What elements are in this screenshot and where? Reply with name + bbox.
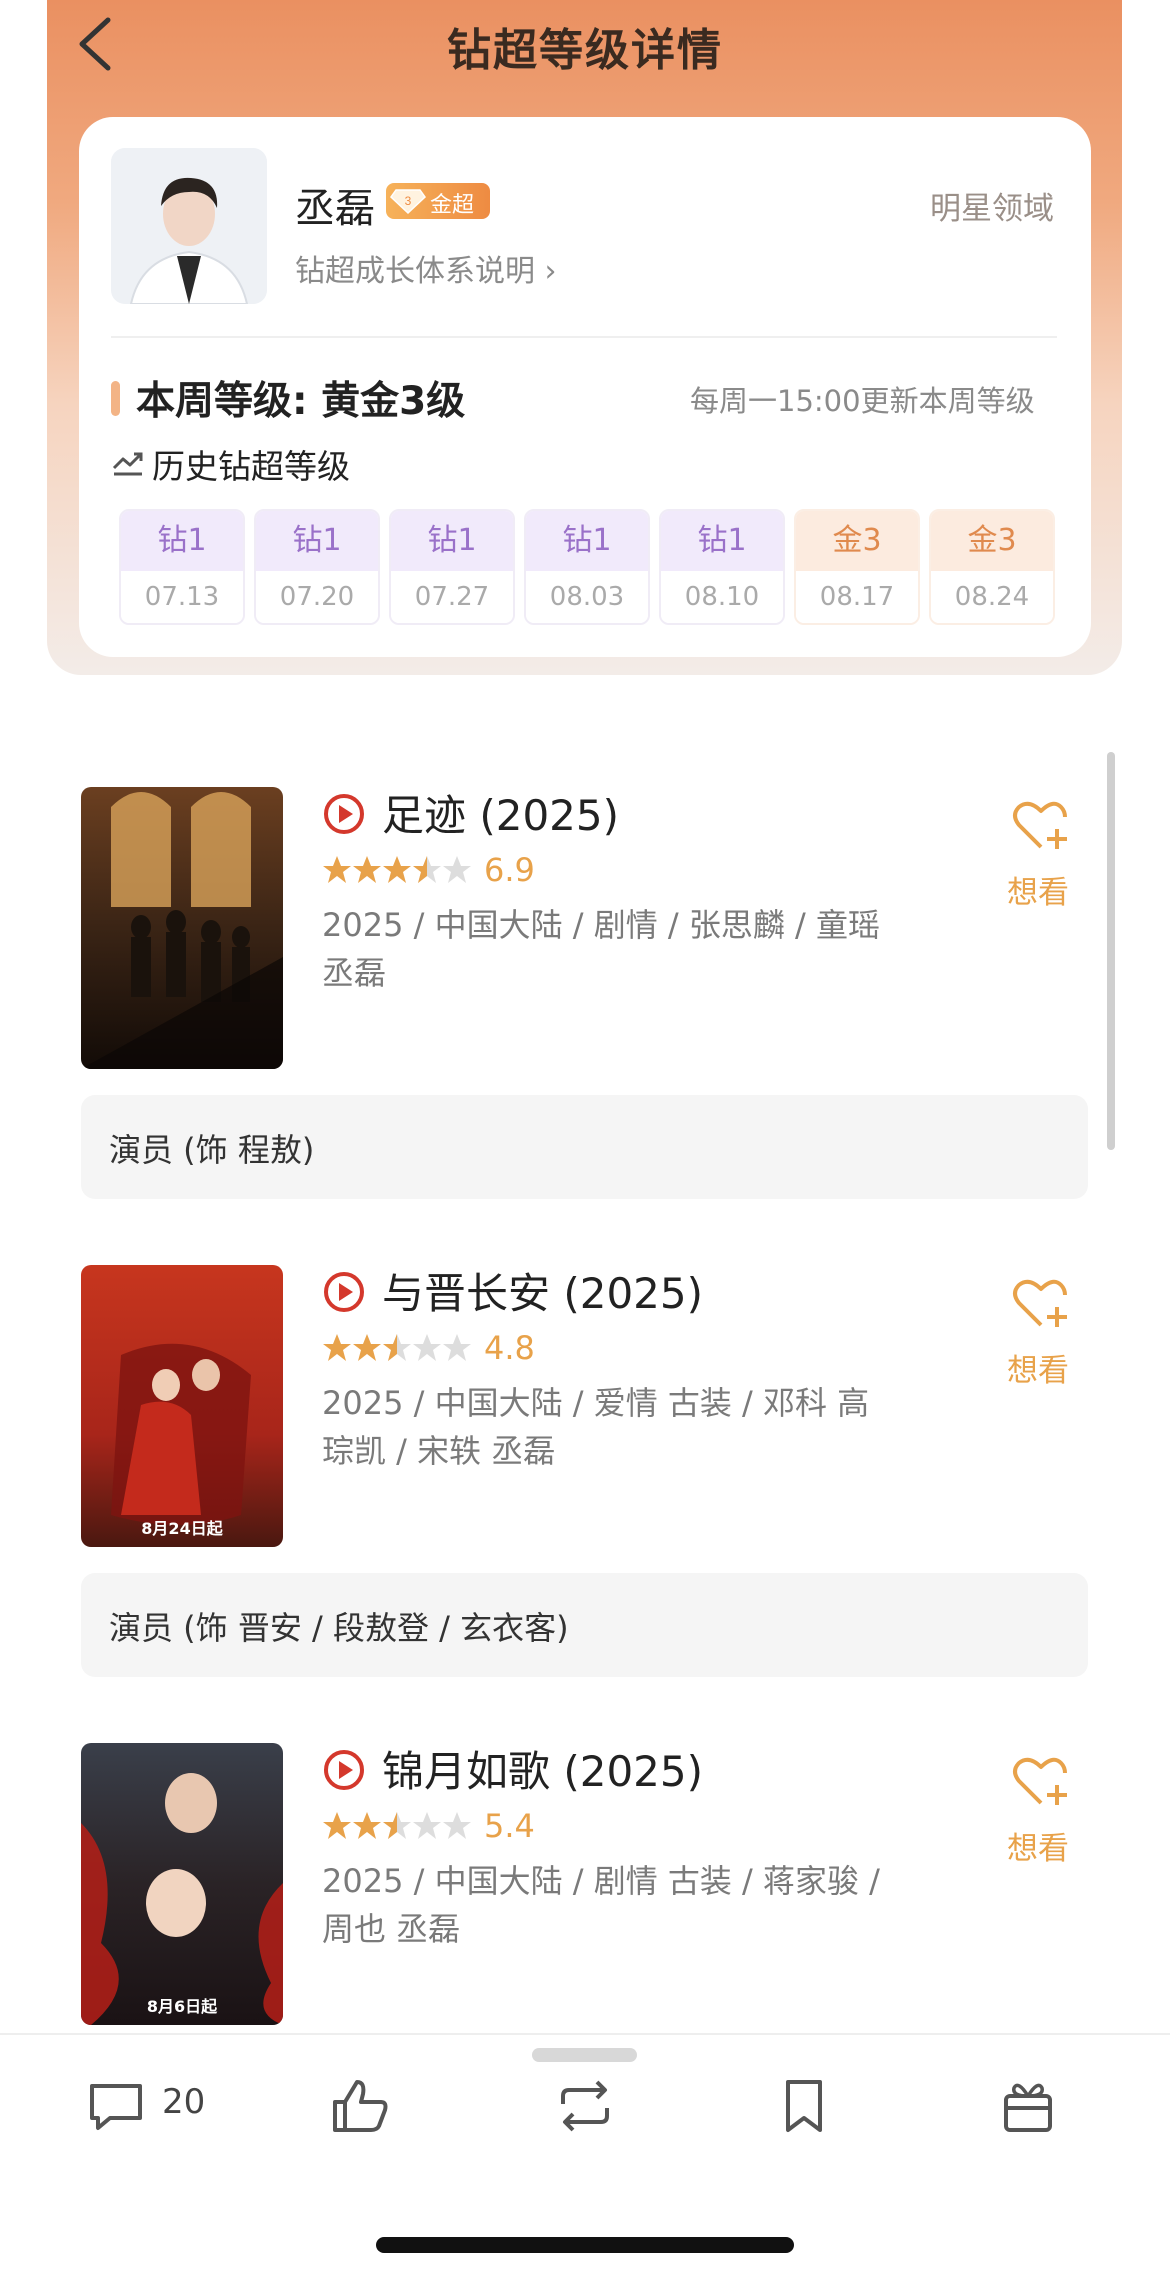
heart-plus-icon[interactable]	[1011, 1753, 1071, 1807]
repost-icon[interactable]	[553, 2074, 617, 2138]
history-level-label: 钻1	[526, 511, 648, 571]
want-to-watch-button[interactable]: 想看	[1007, 1345, 1069, 1390]
movie-meta-line: 丞磊	[322, 954, 387, 992]
domain-label[interactable]: 明星领域	[930, 183, 1054, 228]
role-text: 演员 (饰 程敖)	[109, 1131, 315, 1169]
like-icon[interactable]	[329, 2074, 393, 2138]
avatar[interactable]	[111, 148, 267, 304]
badge-label: 金超	[430, 193, 475, 218]
poster-date: 8月24日起	[141, 1519, 223, 1538]
want-to-watch-button[interactable]: 想看	[1007, 867, 1069, 912]
movie-poster[interactable]	[81, 787, 283, 1069]
history-level-date: 07.13	[121, 571, 243, 623]
system-explanation-link[interactable]: 钻超成长体系说明 ›	[295, 246, 557, 290]
bookmark-icon[interactable]	[772, 2074, 836, 2138]
drag-handle[interactable]	[532, 2048, 637, 2062]
movie-meta-line: 2025 / 中国大陆 / 爱情 古装 / 邓科 高	[322, 1384, 870, 1422]
star-rating	[323, 1812, 471, 1839]
movie-meta-line: 琮凯 / 宋轶 丞磊	[322, 1432, 556, 1470]
update-note: 每周一15:00更新本周等级	[690, 384, 1035, 418]
history-level-item: 钻1 07.13	[119, 509, 245, 625]
comment-icon[interactable]	[84, 2074, 148, 2138]
page-title: 钻超等级详情	[447, 25, 723, 76]
scrollbar[interactable]	[1107, 752, 1115, 1150]
movie-poster[interactable]: 8月6日起	[81, 1743, 283, 2025]
movie-title[interactable]: 与晋长安 (2025)	[382, 1260, 703, 1321]
history-level-label: 钻1	[391, 511, 513, 571]
heart-plus-icon[interactable]	[1011, 797, 1071, 851]
section-marker	[111, 381, 120, 416]
home-indicator	[376, 2237, 794, 2253]
current-level: 本周等级: 黄金3级	[136, 379, 466, 424]
history-level-date: 07.27	[391, 571, 513, 623]
history-level-date: 08.10	[661, 571, 783, 623]
play-icon[interactable]	[322, 792, 366, 836]
history-level-date: 08.24	[931, 571, 1053, 623]
movie-meta: 2025 / 中国大陆 / 剧情 古装 / 蒋家骏 / 周也 丞磊	[322, 1857, 922, 1953]
star-name: 丞磊	[295, 186, 375, 232]
movie-meta-line: 周也 丞磊	[322, 1910, 461, 1948]
gold-level-badge: 3 金超	[386, 183, 490, 219]
history-level-item: 钻1 07.20	[254, 509, 380, 625]
movie-meta-line: 2025 / 中国大陆 / 剧情 古装 / 蒋家骏 /	[322, 1862, 880, 1900]
role-box: 演员 (饰 程敖)	[81, 1095, 1088, 1199]
history-level-item: 钻1 08.03	[524, 509, 650, 625]
star-rating	[323, 1334, 471, 1361]
play-icon[interactable]	[322, 1748, 366, 1792]
star-rating	[323, 856, 471, 883]
history-level-label: 钻1	[661, 511, 783, 571]
history-level-label: 钻1	[121, 511, 243, 571]
want-to-watch-button[interactable]: 想看	[1007, 1823, 1069, 1868]
history-level-label: 金3	[931, 511, 1053, 571]
divider	[111, 336, 1057, 338]
history-level-date: 07.20	[256, 571, 378, 623]
history-level-item: 钻1 08.10	[659, 509, 785, 625]
role-text: 演员 (饰 晋安 / 段敖登 / 玄衣客)	[109, 1609, 569, 1647]
history-level-date: 08.03	[526, 571, 648, 623]
history-level-label: 金3	[796, 511, 918, 571]
heart-plus-icon[interactable]	[1011, 1275, 1071, 1329]
history-title: 历史钻超等级	[152, 447, 350, 486]
movie-title[interactable]: 足迹 (2025)	[382, 782, 619, 843]
play-icon[interactable]	[322, 1270, 366, 1314]
trend-icon	[112, 452, 143, 476]
diamond-icon: 3	[390, 189, 426, 215]
history-level-item: 钻1 07.27	[389, 509, 515, 625]
comment-count[interactable]: 20	[162, 2082, 205, 2122]
history-level-item: 金3 08.17	[794, 509, 920, 625]
movie-score: 4.8	[484, 1329, 535, 1367]
movie-score: 5.4	[484, 1807, 535, 1845]
movie-poster[interactable]: 8月24日起	[81, 1265, 283, 1547]
role-box: 演员 (饰 晋安 / 段敖登 / 玄衣客)	[81, 1573, 1088, 1677]
history-level-label: 钻1	[256, 511, 378, 571]
history-level-date: 08.17	[796, 571, 918, 623]
movie-meta: 2025 / 中国大陆 / 爱情 古装 / 邓科 高琮凯 / 宋轶 丞磊	[322, 1379, 922, 1475]
gift-icon[interactable]	[996, 2074, 1060, 2138]
badge-level-number: 3	[405, 194, 412, 208]
movie-title[interactable]: 锦月如歌 (2025)	[382, 1738, 703, 1799]
poster-date: 8月6日起	[146, 1997, 218, 2016]
movie-meta: 2025 / 中国大陆 / 剧情 / 张思麟 / 童瑶 丞磊	[322, 901, 922, 997]
movie-meta-line: 2025 / 中国大陆 / 剧情 / 张思麟 / 童瑶	[322, 906, 880, 944]
history-level-item: 金3 08.24	[929, 509, 1055, 625]
movie-score: 6.9	[484, 851, 535, 889]
